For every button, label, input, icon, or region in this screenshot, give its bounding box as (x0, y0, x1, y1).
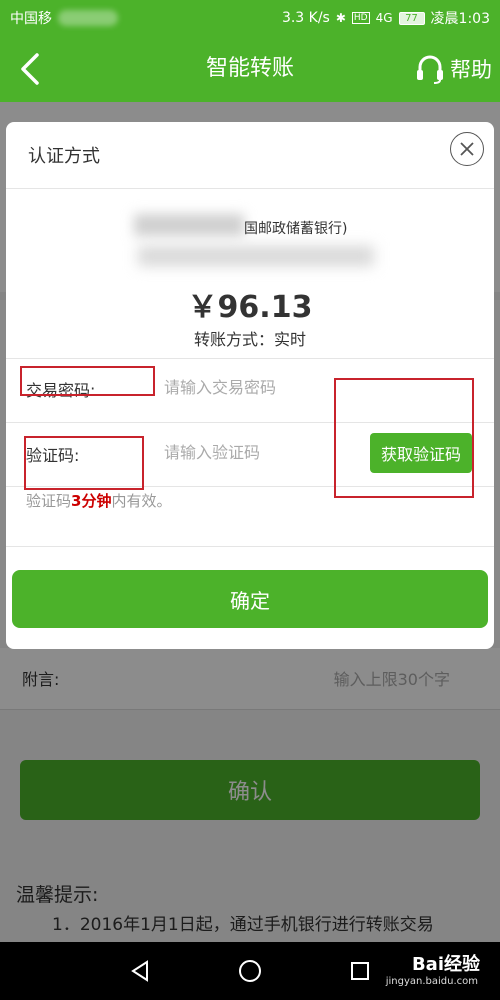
status-bar: 中国移 3.3 K/s ✱ HD 4G 77 凌晨1:03 (0, 0, 500, 36)
clock: 凌晨1:03 (430, 11, 490, 27)
annotation-box (20, 366, 155, 396)
nav-recent-button[interactable] (345, 956, 375, 986)
dialog-title: 认证方式 (28, 146, 100, 167)
nav-home-button[interactable] (235, 956, 265, 986)
hint-suffix: 内有效。 (111, 492, 172, 510)
square-recent-icon (351, 962, 369, 980)
bluetooth-icon: ✱ (335, 11, 346, 25)
app-header: 智能转账 帮助 (0, 36, 500, 102)
transfer-mode: 转账方式：实时 (193, 330, 306, 349)
watermark-url: jingyan.baidu.com (385, 976, 478, 987)
headset-icon (417, 55, 443, 84)
close-button[interactable] (450, 132, 484, 166)
code-hint: 验证码3分钟内有效。 (26, 490, 171, 511)
hint-prefix: 验证码 (26, 492, 72, 510)
battery-icon: 77 (398, 11, 425, 25)
help-label: 帮助 (450, 58, 492, 82)
divider (6, 358, 494, 359)
divider (6, 546, 494, 547)
account-number-blur (138, 246, 374, 266)
triangle-back-icon (131, 960, 148, 982)
carrier-text: 中国移 (10, 11, 52, 27)
carrier-blur (58, 10, 118, 26)
hd-badge: HD (351, 12, 370, 24)
annotation-box (24, 436, 144, 490)
password-input[interactable] (164, 372, 354, 402)
signal-icon: 4G (375, 11, 393, 25)
hint-highlight: 3分钟 (71, 492, 112, 510)
account-name-blur (134, 214, 244, 236)
nav-back-button[interactable] (125, 956, 155, 986)
close-icon (460, 142, 474, 156)
help-button[interactable]: 帮助 (416, 48, 492, 90)
bank-name: 国邮政储蓄银行) (244, 221, 348, 237)
annotation-box (334, 378, 474, 498)
system-nav-bar: Bai经验 jingyan.baidu.com (0, 942, 500, 1000)
transfer-amount: ￥96.13 (187, 290, 313, 325)
ok-button[interactable]: 确定 (12, 570, 488, 628)
dialog-divider (6, 188, 494, 189)
network-speed: 3.3 K/s (281, 10, 330, 26)
watermark-brand: Bai经验 (411, 954, 480, 975)
code-input[interactable] (164, 437, 354, 467)
circle-home-icon (239, 960, 261, 982)
